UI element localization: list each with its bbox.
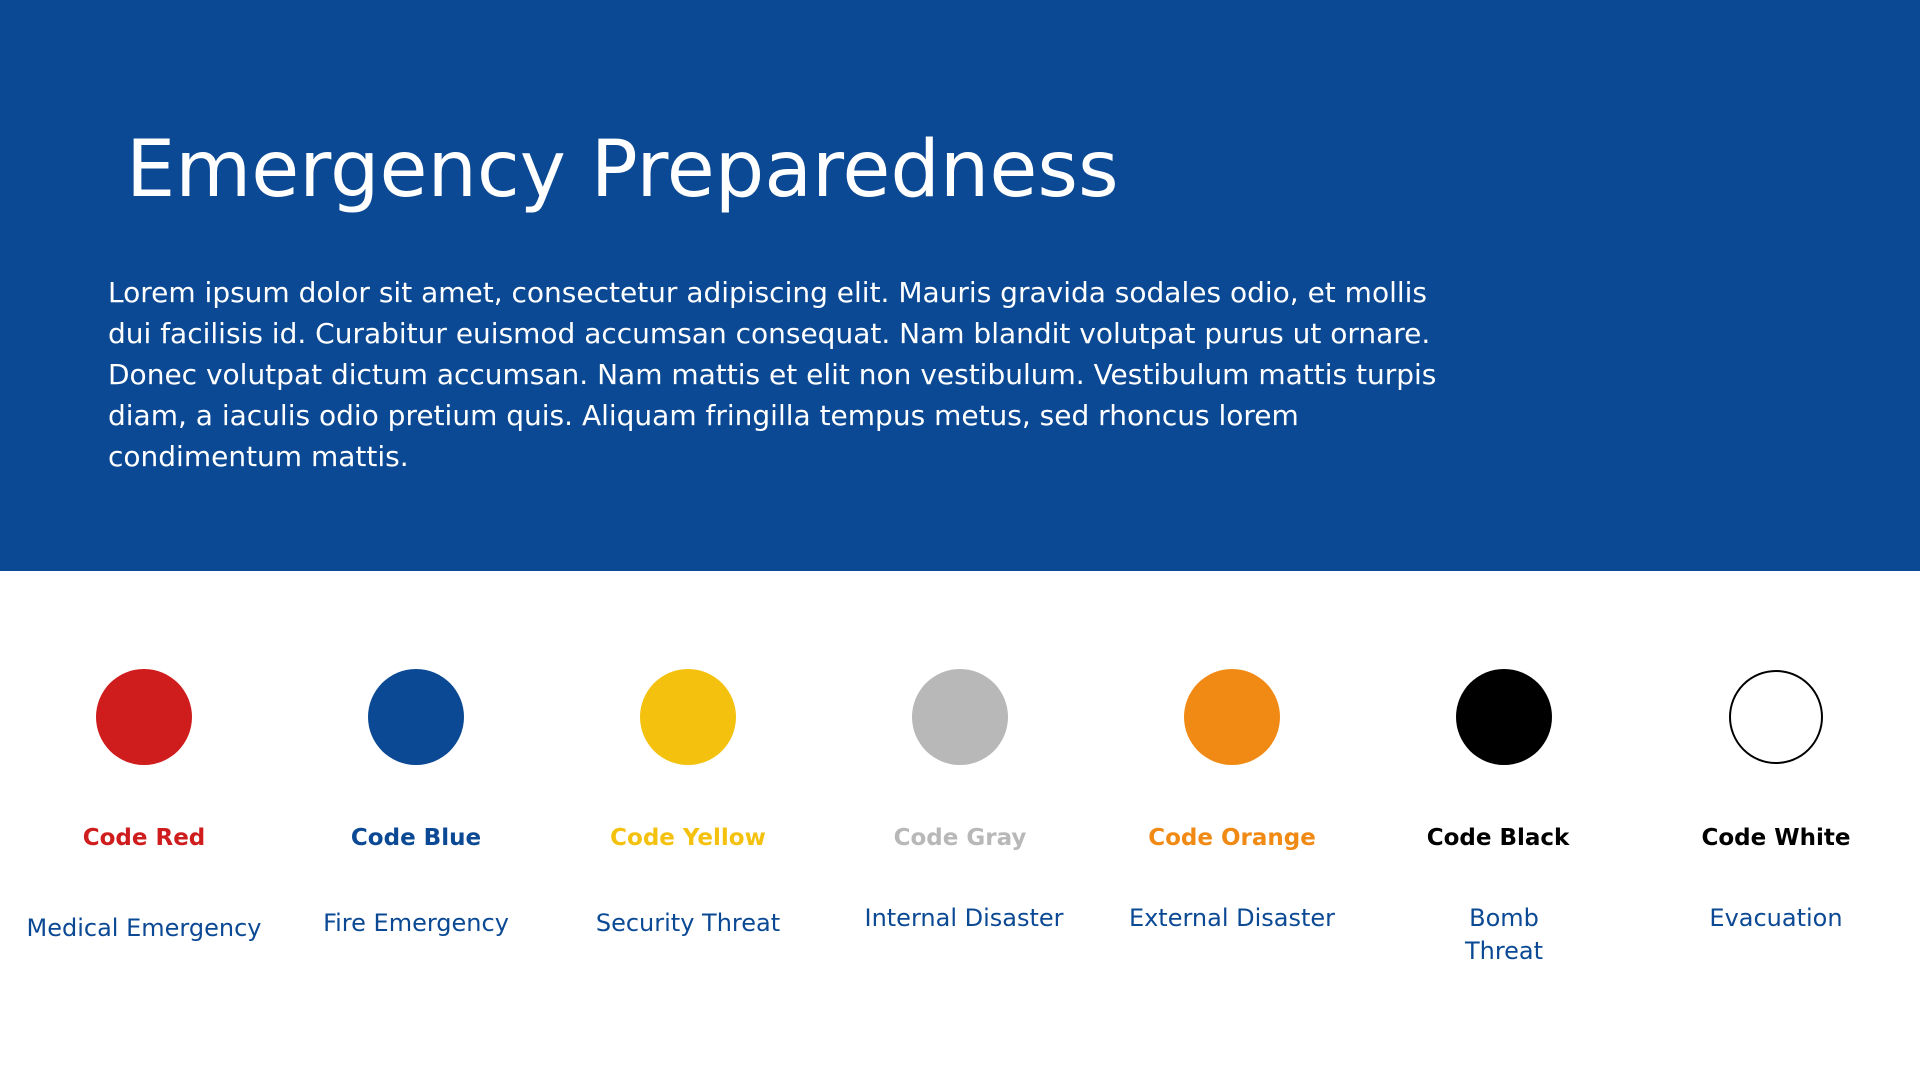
header-banner: Emergency Preparedness Lorem ipsum dolor… [0, 0, 1920, 571]
code-white-description: Evacuation [1709, 904, 1843, 932]
code-yellow-label: Code Yellow [610, 825, 766, 851]
code-white-label: Code White [1701, 825, 1851, 851]
emergency-codes: Code Red Medical Emergency Code Blue Fir… [0, 571, 1920, 1080]
code-yellow-description: Security Threat [595, 909, 781, 937]
code-red-description: Medical Emergency [26, 914, 262, 942]
page-title: Emergency Preparedness [126, 125, 1119, 215]
code-blue-label: Code Blue [350, 825, 482, 851]
code-red-swatch [96, 669, 192, 765]
intro-paragraph: Lorem ipsum dolor sit amet, consectetur … [108, 276, 1437, 473]
slide: Emergency Preparedness Lorem ipsum dolor… [0, 0, 1920, 1080]
code-orange-label: Code Orange [1148, 825, 1316, 851]
code-black-swatch [1456, 669, 1552, 765]
code-gray-swatch [912, 669, 1008, 765]
code-gray-description: Internal Disaster [864, 904, 1064, 932]
code-white-swatch [1729, 670, 1823, 764]
code-black-label: Code Black [1426, 825, 1570, 851]
code-gray-label: Code Gray [893, 825, 1027, 851]
code-blue-swatch [368, 669, 464, 765]
code-red-label: Code Red [82, 825, 206, 851]
code-blue-description: Fire Emergency [323, 909, 509, 937]
code-yellow-swatch [640, 669, 736, 765]
code-orange-swatch [1184, 669, 1280, 765]
code-black-description: Bomb Threat [1464, 904, 1544, 965]
code-orange-description: External Disaster [1128, 904, 1336, 932]
